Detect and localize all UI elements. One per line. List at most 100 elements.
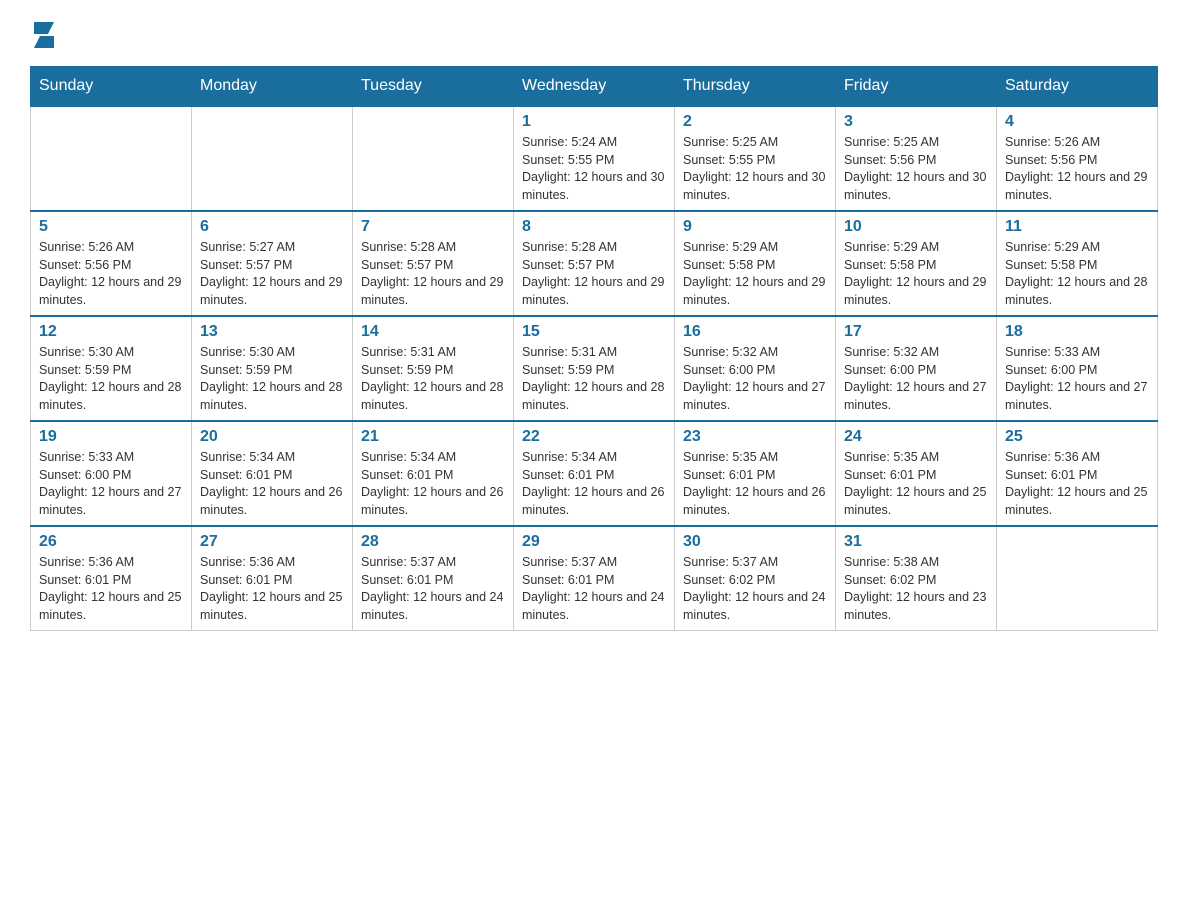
day-number: 12: [39, 323, 183, 341]
day-info: Sunrise: 5:25 AM Sunset: 5:56 PM Dayligh…: [844, 134, 988, 204]
day-number: 5: [39, 218, 183, 236]
calendar-header-friday: Friday: [836, 67, 997, 107]
day-number: 18: [1005, 323, 1149, 341]
calendar-cell: 13 Sunrise: 5:30 AM Sunset: 5:59 PM Dayli…: [192, 316, 353, 421]
calendar-cell: 16 Sunrise: 5:32 AM Sunset: 6:00 PM Dayli…: [675, 316, 836, 421]
day-info: Sunrise: 5:28 AM Sunset: 5:57 PM Dayligh…: [361, 239, 505, 309]
day-info: Sunrise: 5:35 AM Sunset: 6:01 PM Dayligh…: [683, 449, 827, 519]
day-info: Sunrise: 5:37 AM Sunset: 6:02 PM Dayligh…: [683, 554, 827, 624]
day-info: Sunrise: 5:26 AM Sunset: 5:56 PM Dayligh…: [39, 239, 183, 309]
calendar-table: SundayMondayTuesdayWednesdayThursdayFrid…: [30, 66, 1158, 631]
calendar-cell: 31Sunrise: 5:38 AM Sunset: 6:02 PM Dayli…: [836, 526, 997, 631]
calendar-cell: 28 Sunrise: 5:37 AM Sunset: 6:01 PM Dayli…: [353, 526, 514, 631]
day-info: Sunrise: 5:29 AM Sunset: 5:58 PM Dayligh…: [844, 239, 988, 309]
day-number: 11: [1005, 218, 1149, 236]
calendar-cell: [353, 106, 514, 211]
calendar-cell: 24 Sunrise: 5:35 AM Sunset: 6:01 PM Dayli…: [836, 421, 997, 526]
day-info: Sunrise: 5:31 AM Sunset: 5:59 PM Dayligh…: [522, 344, 666, 414]
calendar-cell: [192, 106, 353, 211]
day-info: Sunrise: 5:32 AM Sunset: 6:00 PM Dayligh…: [844, 344, 988, 414]
day-info: Sunrise: 5:30 AM Sunset: 5:59 PM Dayligh…: [200, 344, 344, 414]
calendar-header-tuesday: Tuesday: [353, 67, 514, 107]
calendar-cell: 2 Sunrise: 5:25 AM Sunset: 5:55 PM Daylig…: [675, 106, 836, 211]
day-info: Sunrise: 5:28 AM Sunset: 5:57 PM Dayligh…: [522, 239, 666, 309]
calendar-cell: 8 Sunrise: 5:28 AM Sunset: 5:57 PM Daylig…: [514, 211, 675, 316]
day-info: Sunrise: 5:31 AM Sunset: 5:59 PM Dayligh…: [361, 344, 505, 414]
day-number: 13: [200, 323, 344, 341]
day-info: Sunrise: 5:35 AM Sunset: 6:01 PM Dayligh…: [844, 449, 988, 519]
day-number: 20: [200, 428, 344, 446]
calendar-cell: 18 Sunrise: 5:33 AM Sunset: 6:00 PM Dayli…: [997, 316, 1158, 421]
day-info: Sunrise: 5:30 AM Sunset: 5:59 PM Dayligh…: [39, 344, 183, 414]
calendar-cell: 15 Sunrise: 5:31 AM Sunset: 5:59 PM Dayli…: [514, 316, 675, 421]
day-number: 23: [683, 428, 827, 446]
day-number: 8: [522, 218, 666, 236]
logo: [30, 20, 58, 48]
calendar-cell: 4Sunrise: 5:26 AM Sunset: 5:56 PM Daylig…: [997, 106, 1158, 211]
calendar-header-thursday: Thursday: [675, 67, 836, 107]
calendar-cell: 30 Sunrise: 5:37 AM Sunset: 6:02 PM Dayli…: [675, 526, 836, 631]
day-number: 2: [683, 113, 827, 131]
calendar-week-row: 1 Sunrise: 5:24 AM Sunset: 5:55 PM Daylig…: [31, 106, 1158, 211]
calendar-cell: 21 Sunrise: 5:34 AM Sunset: 6:01 PM Dayli…: [353, 421, 514, 526]
calendar-cell: 17Sunrise: 5:32 AM Sunset: 6:00 PM Dayli…: [836, 316, 997, 421]
day-info: Sunrise: 5:37 AM Sunset: 6:01 PM Dayligh…: [361, 554, 505, 624]
day-info: Sunrise: 5:32 AM Sunset: 6:00 PM Dayligh…: [683, 344, 827, 414]
day-info: Sunrise: 5:33 AM Sunset: 6:00 PM Dayligh…: [1005, 344, 1149, 414]
day-info: Sunrise: 5:38 AM Sunset: 6:02 PM Dayligh…: [844, 554, 988, 624]
calendar-cell: 14 Sunrise: 5:31 AM Sunset: 5:59 PM Dayli…: [353, 316, 514, 421]
day-info: Sunrise: 5:25 AM Sunset: 5:55 PM Dayligh…: [683, 134, 827, 204]
day-number: 22: [522, 428, 666, 446]
calendar-cell: 23 Sunrise: 5:35 AM Sunset: 6:01 PM Dayli…: [675, 421, 836, 526]
day-info: Sunrise: 5:36 AM Sunset: 6:01 PM Dayligh…: [39, 554, 183, 624]
day-number: 3: [844, 113, 988, 131]
day-info: Sunrise: 5:27 AM Sunset: 5:57 PM Dayligh…: [200, 239, 344, 309]
day-info: Sunrise: 5:26 AM Sunset: 5:56 PM Dayligh…: [1005, 134, 1149, 204]
day-number: 30: [683, 533, 827, 551]
day-info: Sunrise: 5:33 AM Sunset: 6:00 PM Dayligh…: [39, 449, 183, 519]
calendar-cell: 12 Sunrise: 5:30 AM Sunset: 5:59 PM Dayli…: [31, 316, 192, 421]
calendar-cell: 26Sunrise: 5:36 AM Sunset: 6:01 PM Dayli…: [31, 526, 192, 631]
calendar-cell: 5 Sunrise: 5:26 AM Sunset: 5:56 PM Daylig…: [31, 211, 192, 316]
day-info: Sunrise: 5:34 AM Sunset: 6:01 PM Dayligh…: [200, 449, 344, 519]
calendar-cell: 10 Sunrise: 5:29 AM Sunset: 5:58 PM Dayli…: [836, 211, 997, 316]
day-number: 1: [522, 113, 666, 131]
calendar-cell: 11 Sunrise: 5:29 AM Sunset: 5:58 PM Dayli…: [997, 211, 1158, 316]
day-info: Sunrise: 5:24 AM Sunset: 5:55 PM Dayligh…: [522, 134, 666, 204]
day-number: 7: [361, 218, 505, 236]
day-number: 21: [361, 428, 505, 446]
day-info: Sunrise: 5:34 AM Sunset: 6:01 PM Dayligh…: [361, 449, 505, 519]
calendar-cell: 9 Sunrise: 5:29 AM Sunset: 5:58 PM Daylig…: [675, 211, 836, 316]
day-info: Sunrise: 5:29 AM Sunset: 5:58 PM Dayligh…: [1005, 239, 1149, 309]
calendar-header-sunday: Sunday: [31, 67, 192, 107]
calendar-cell: 1 Sunrise: 5:24 AM Sunset: 5:55 PM Daylig…: [514, 106, 675, 211]
day-info: Sunrise: 5:29 AM Sunset: 5:58 PM Dayligh…: [683, 239, 827, 309]
calendar-cell: 20 Sunrise: 5:34 AM Sunset: 6:01 PM Dayli…: [192, 421, 353, 526]
calendar-cell: 7 Sunrise: 5:28 AM Sunset: 5:57 PM Daylig…: [353, 211, 514, 316]
day-number: 9: [683, 218, 827, 236]
day-number: 29: [522, 533, 666, 551]
calendar-cell: [997, 526, 1158, 631]
calendar-header-monday: Monday: [192, 67, 353, 107]
calendar-header-wednesday: Wednesday: [514, 67, 675, 107]
calendar-week-row: 19 Sunrise: 5:33 AM Sunset: 6:00 PM Dayli…: [31, 421, 1158, 526]
day-info: Sunrise: 5:37 AM Sunset: 6:01 PM Dayligh…: [522, 554, 666, 624]
day-number: 27: [200, 533, 344, 551]
day-number: 25: [1005, 428, 1149, 446]
day-number: 15: [522, 323, 666, 341]
day-number: 28: [361, 533, 505, 551]
day-number: 16: [683, 323, 827, 341]
day-number: 10: [844, 218, 988, 236]
calendar-cell: 3 Sunrise: 5:25 AM Sunset: 5:56 PM Daylig…: [836, 106, 997, 211]
day-number: 19: [39, 428, 183, 446]
calendar-week-row: 26Sunrise: 5:36 AM Sunset: 6:01 PM Dayli…: [31, 526, 1158, 631]
calendar-week-row: 5 Sunrise: 5:26 AM Sunset: 5:56 PM Daylig…: [31, 211, 1158, 316]
calendar-cell: 6 Sunrise: 5:27 AM Sunset: 5:57 PM Daylig…: [192, 211, 353, 316]
day-info: Sunrise: 5:36 AM Sunset: 6:01 PM Dayligh…: [1005, 449, 1149, 519]
day-number: 6: [200, 218, 344, 236]
day-info: Sunrise: 5:36 AM Sunset: 6:01 PM Dayligh…: [200, 554, 344, 624]
calendar-cell: 22Sunrise: 5:34 AM Sunset: 6:01 PM Dayli…: [514, 421, 675, 526]
day-number: 14: [361, 323, 505, 341]
page-header: [30, 20, 1158, 48]
day-number: 24: [844, 428, 988, 446]
